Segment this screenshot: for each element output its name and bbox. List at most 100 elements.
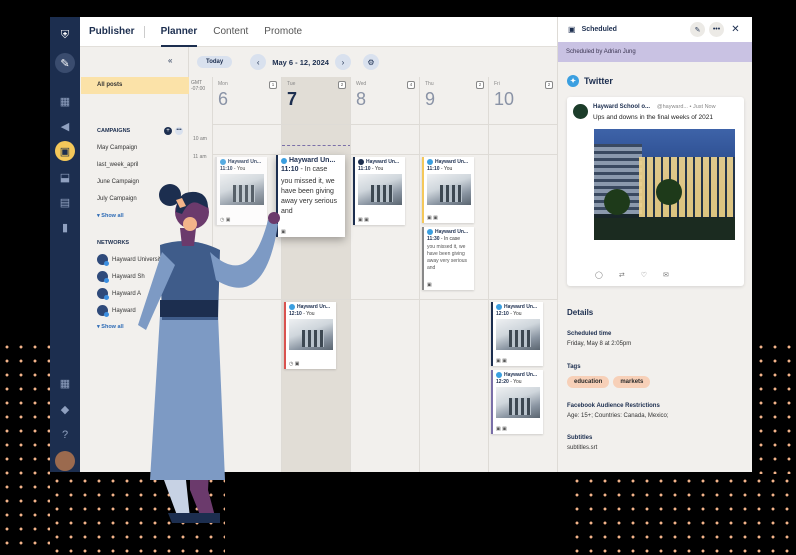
scheduled-time-value: Friday, May 8 at 2:05pm [567, 341, 632, 347]
compose-icon[interactable]: ✎ [55, 53, 75, 73]
day-column[interactable]: Wed 8 4 [350, 77, 419, 472]
retweet-icon[interactable]: ⇄ [619, 271, 625, 279]
inbox-icon[interactable]: ⬓ [55, 167, 75, 187]
post-time-value: 11:10 [427, 166, 440, 172]
like-icon[interactable]: ♡ [641, 271, 647, 279]
tab-content[interactable]: Content [213, 17, 248, 47]
twitter-icon [496, 372, 502, 378]
tag-badge[interactable]: education [567, 376, 610, 388]
megaphone-icon[interactable]: ◀ [55, 116, 75, 136]
post-time: 11:10 - You [427, 166, 471, 172]
dashboard-icon[interactable]: ▦ [55, 91, 75, 111]
network-avatar [97, 305, 109, 317]
post-time: 11:10 - You [358, 166, 402, 172]
logo-icon: ⛨ [60, 28, 70, 41]
woman-right-arm [210, 220, 278, 288]
prev-week-icon[interactable]: ‹ [250, 54, 267, 70]
day-number: 9 [425, 89, 436, 109]
day-name: Fri [494, 81, 500, 87]
network-avatar [97, 288, 109, 300]
bell-icon[interactable]: ◆ [55, 399, 75, 419]
apps-icon[interactable]: ▦ [55, 373, 75, 393]
post-by: - You [440, 166, 453, 172]
today-button[interactable]: Today [197, 56, 233, 68]
post-time-value: 11:30 [427, 236, 440, 242]
share-icon[interactable]: ✉ [663, 271, 669, 279]
photo-ground [594, 218, 735, 240]
post-author: Hayward Un... [504, 372, 538, 378]
day-name: Mon [218, 81, 228, 87]
hour-gridline [212, 154, 557, 155]
post-time-value: 11:10 [220, 166, 233, 172]
all-posts-item[interactable]: All posts [81, 77, 189, 94]
account-handle: @hayward... [657, 104, 688, 110]
post-author: Hayward Un... [228, 159, 262, 165]
calendar-settings-icon[interactable]: ⚙ [362, 54, 379, 70]
woman-earring [183, 217, 197, 231]
post-image [358, 174, 402, 205]
post-time-value: 11:10 [281, 166, 299, 173]
scheduled-time-section: Scheduled time Friday, May 8 at 2:05pm [567, 331, 631, 347]
scheduled-post[interactable]: Hayward Un... 12:10 - You ▣ ▣ [491, 302, 543, 366]
network-heading: ✦ Twitter [567, 75, 613, 87]
date-range: May 6 - 12, 2024 [272, 57, 329, 67]
scheduled-post[interactable]: Hayward Un... 12:20 - You ▣ ▣ [491, 370, 543, 434]
clipboard-icon[interactable]: ▤ [55, 192, 75, 212]
post-time: 11:10 - In case [281, 165, 342, 175]
tag-list: education markets [567, 370, 654, 388]
more-options-icon[interactable]: ••• [709, 22, 724, 37]
timezone-label: GMT -07:00 [191, 80, 206, 92]
network-name: Twitter [584, 76, 613, 86]
calendar-icon[interactable]: ▣ [55, 141, 75, 161]
decorative-dots-right-edge [754, 340, 796, 474]
account-name: Hayward School o... [593, 104, 651, 110]
twitter-icon [427, 229, 433, 235]
post-by: - You [510, 379, 522, 385]
campaigns-heading: CAMPAIGNS [97, 128, 131, 134]
collapse-panel-icon[interactable]: « [168, 56, 172, 65]
photo-tree [604, 189, 630, 215]
day-name: Tue [287, 81, 296, 87]
post-time: 11:30 - In case [427, 236, 471, 242]
day-name: Thu [425, 81, 434, 87]
scheduled-post[interactable]: Hayward Un... 11:10 - You ▣ ▣ [353, 157, 405, 225]
help-icon[interactable]: ? [55, 425, 75, 445]
subtitles-section: Subtitles subtitles.srt [567, 435, 597, 451]
tab-promote[interactable]: Promote [264, 17, 302, 47]
day-count-badge: 2 [338, 81, 346, 89]
day-count-badge: 4 [407, 81, 415, 89]
scheduled-post[interactable]: Hayward Un... 11:30 - In case you missed… [422, 227, 474, 290]
user-avatar[interactable] [55, 451, 75, 471]
tweet-actions: ◯ ⇄ ♡ ✉ [595, 271, 685, 279]
twitter-icon [496, 304, 502, 310]
edit-icon[interactable]: ✎ [690, 22, 705, 37]
tab-planner[interactable]: Planner [160, 17, 198, 47]
day-number: 8 [356, 89, 367, 109]
tag-badge[interactable]: markets [613, 376, 651, 388]
scheduled-post[interactable]: Hayward Un... 11:10 - You ▣ ▣ [422, 157, 474, 223]
day-name: Wed [356, 81, 367, 87]
time-label: 11 am [193, 154, 207, 160]
campaign-more-icon[interactable]: ••• [175, 127, 183, 135]
add-campaign-icon[interactable]: + [164, 127, 172, 135]
hour-gridline [212, 124, 557, 125]
close-icon[interactable]: ✕ [728, 22, 743, 37]
stage: ⛨ ✎ ▦ ◀ ▣ ⬓ ▤ ▮ ▦ ◆ ? Publisher Planner … [0, 0, 796, 555]
campaign-item[interactable]: May Campaign [97, 145, 137, 151]
tweet-time: Just Now [692, 104, 716, 110]
reply-icon[interactable]: ◯ [595, 271, 603, 279]
analytics-icon[interactable]: ▮ [55, 217, 75, 237]
sidebar-rail: ⛨ ✎ ▦ ◀ ▣ ⬓ ▤ ▮ ▦ ◆ ? [50, 17, 80, 472]
post-title: Hayward Un... [281, 157, 342, 164]
post-title: Hayward Un... [427, 159, 471, 165]
post-title: Hayward Un... [358, 159, 402, 165]
post-time-value: 12:10 [496, 311, 509, 317]
post-status-icons: ▣ ▣ [427, 215, 438, 221]
photo-building-lit [639, 157, 735, 217]
photo-tree [656, 179, 682, 205]
post-status-icons: ▣ ▣ [496, 426, 507, 432]
next-week-icon[interactable]: › [334, 54, 351, 70]
illustration-woman [138, 184, 280, 523]
day-number: 7 [287, 89, 298, 109]
campaign-item[interactable]: last_week_april [97, 162, 138, 168]
